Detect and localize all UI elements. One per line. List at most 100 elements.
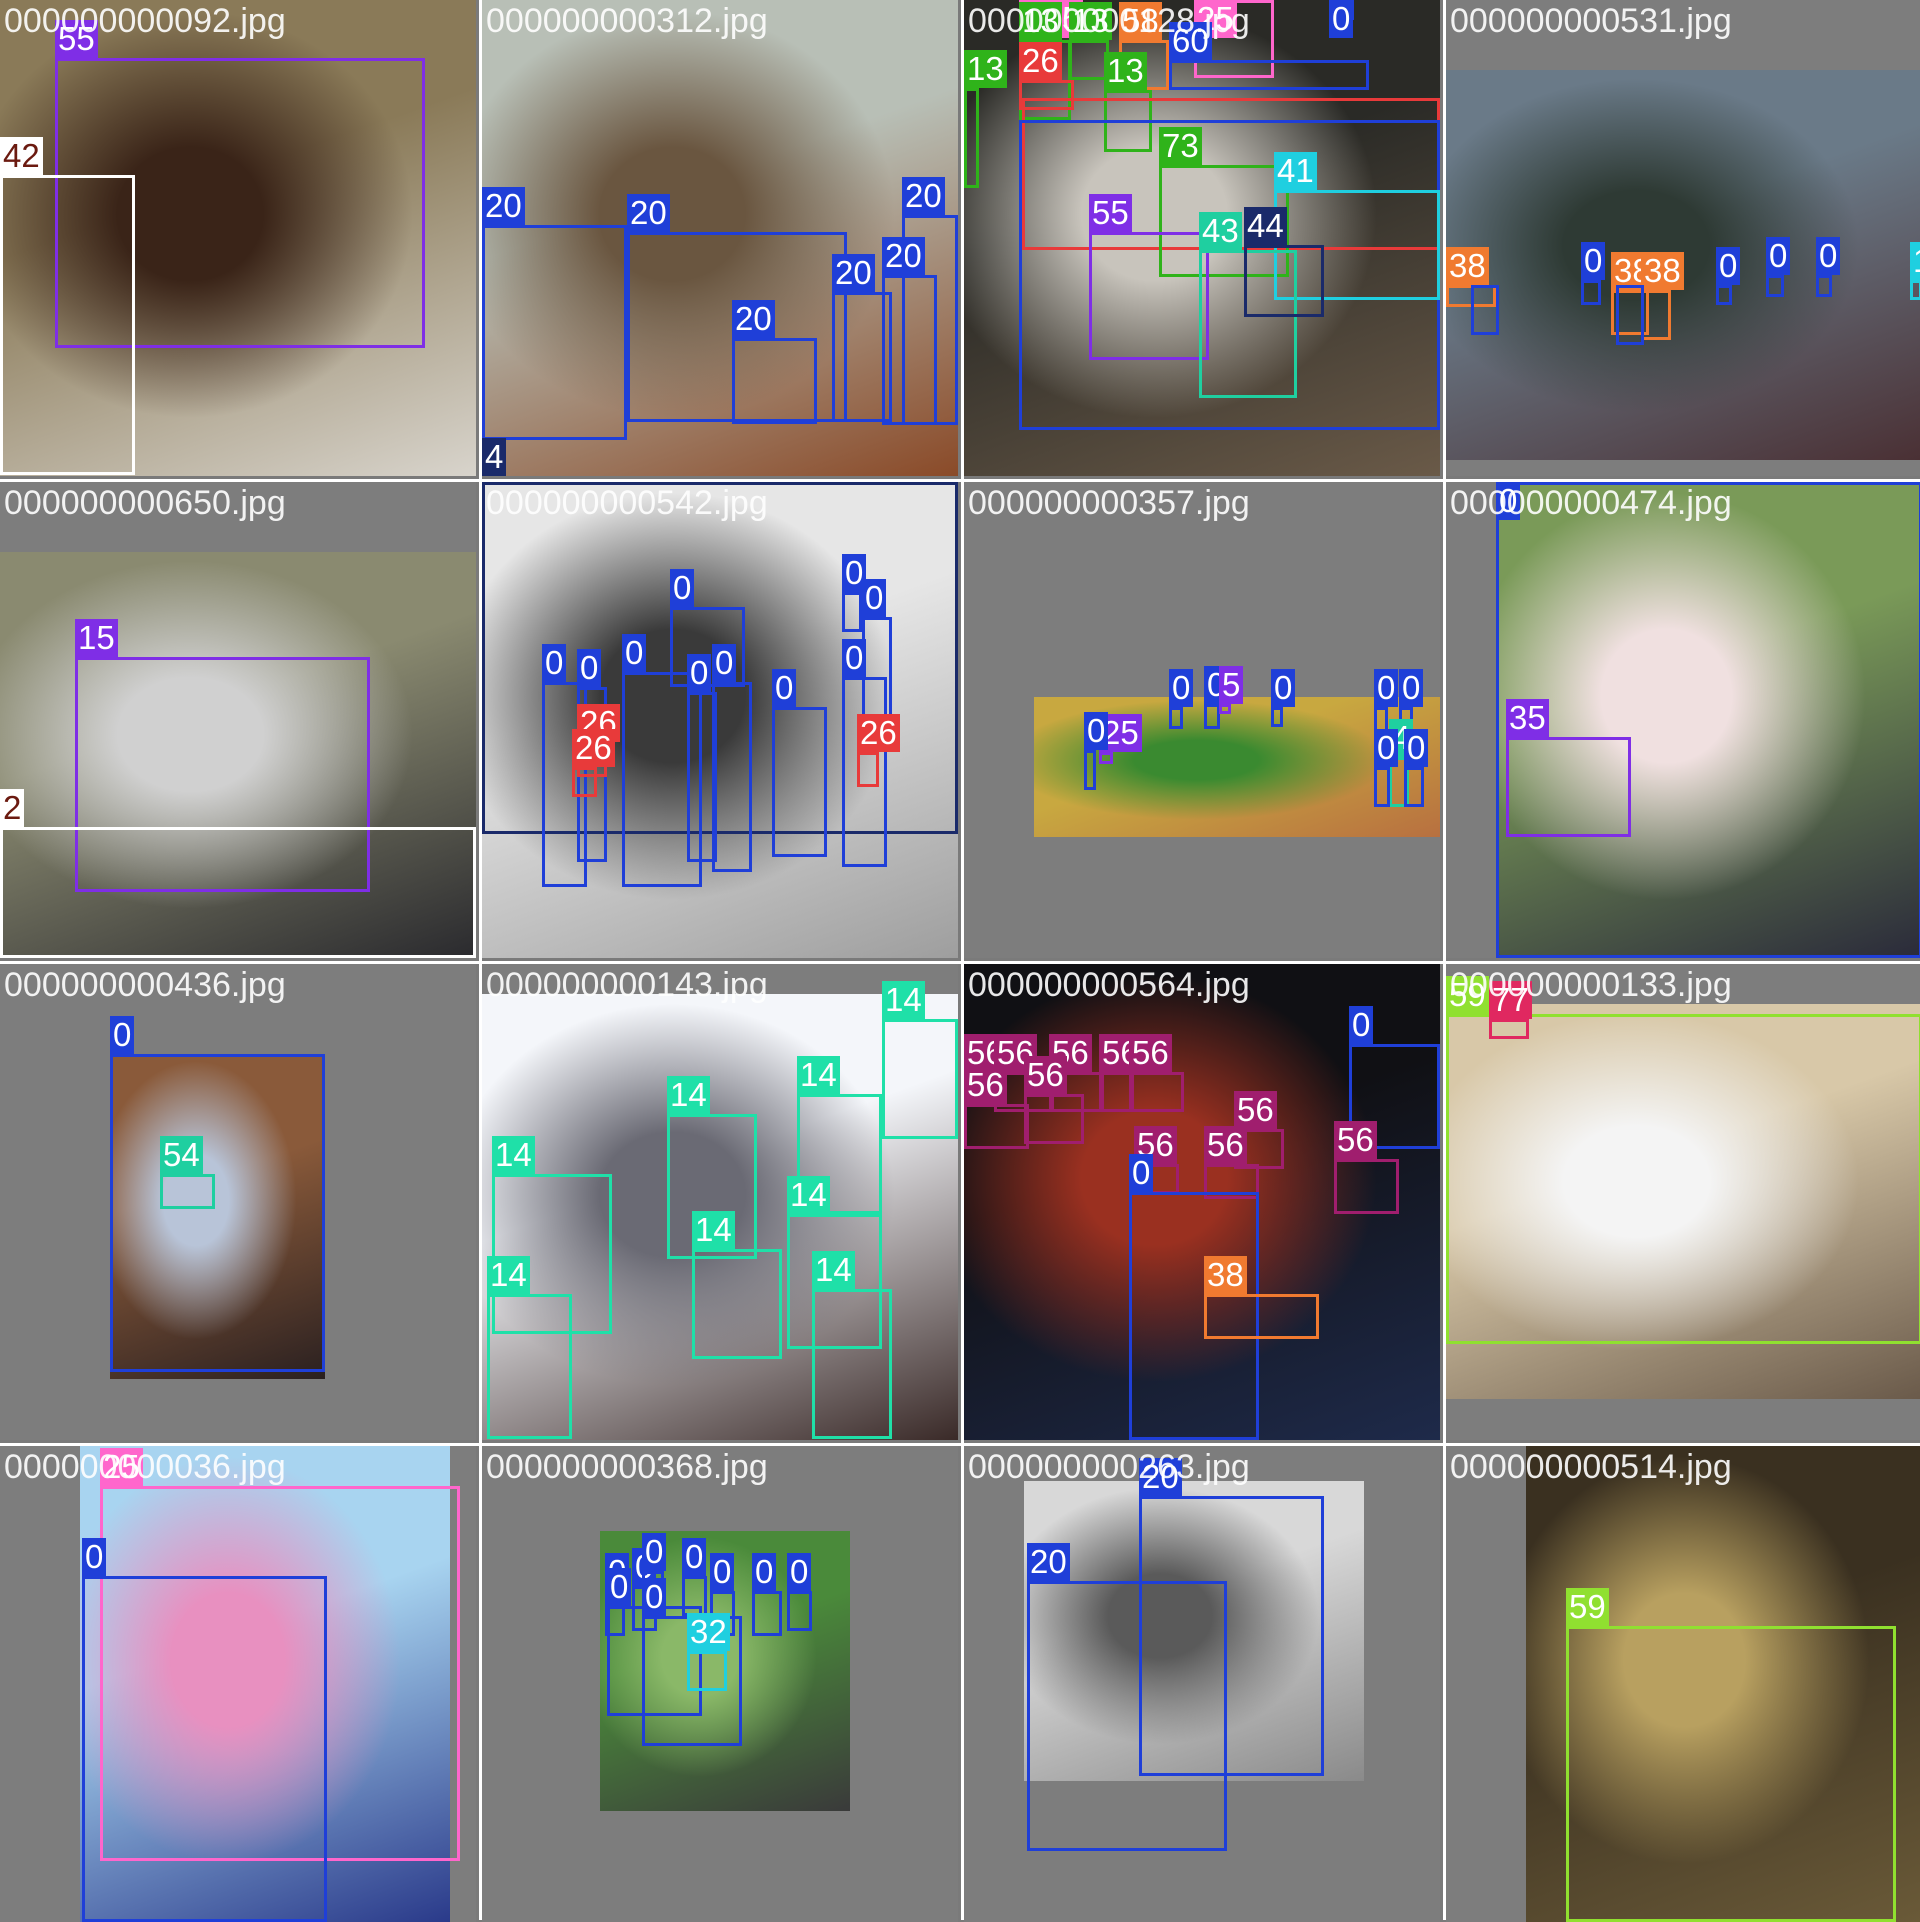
bounding-box: 20 xyxy=(902,177,958,425)
bounding-box: 0 xyxy=(772,669,827,857)
bounding-box: 25 xyxy=(1099,714,1142,764)
image-tile: 000000000650.jpg 15 2 xyxy=(0,482,476,958)
bounding-box: 2 xyxy=(0,789,476,958)
box-class-label: 56 xyxy=(964,1066,1007,1104)
box-class-label: 0 xyxy=(82,1538,107,1576)
tile-separator xyxy=(961,0,964,1920)
bounding-box: 56 xyxy=(1024,1056,1084,1144)
image-tile: 000000000531.jpg38038380001 xyxy=(1446,0,1920,476)
box-class-label: 0 xyxy=(842,639,867,677)
box-class-label: 14 xyxy=(487,1256,530,1294)
box-class-label: 2 xyxy=(0,789,25,827)
image-tile: 000000000564.jpg 0 56 56 56 56 56 56 56 56 56 56 56 0… xyxy=(964,964,1440,1440)
box-class-label: 26 xyxy=(1019,42,1062,80)
tile-separator xyxy=(0,961,1920,964)
tile-separator xyxy=(0,1443,1920,1446)
box-class-label: 14 xyxy=(492,1136,535,1174)
image-filename: 000000000436.jpg xyxy=(4,966,286,1004)
bounding-box: 0 xyxy=(1496,482,1920,958)
image-tile: 000000000312.jpg 20 20 20 20 20 20 4 xyxy=(482,0,958,476)
image-tile: 000000000263.jpg 20 20 xyxy=(964,1446,1440,1922)
box-class-label: 14 xyxy=(812,1251,855,1289)
box-class-label: 38 xyxy=(1204,1256,1247,1294)
bounding-box: 32 xyxy=(687,1613,730,1691)
box-class-label: 0 xyxy=(710,1553,735,1591)
box-class-label: 0 xyxy=(712,644,737,682)
box-class-label: 0 xyxy=(1329,0,1354,38)
box-class-label: 0 xyxy=(670,569,695,607)
bounding-box: 0 xyxy=(82,1538,327,1922)
bounding-box: 0 xyxy=(1404,729,1429,807)
box-class-label: 14 xyxy=(797,1056,840,1094)
box-class-label: 5 xyxy=(1219,666,1244,704)
box-class-label: 56 xyxy=(1234,1091,1277,1129)
image-filename: 000000000564.jpg xyxy=(968,966,1250,1004)
box-class-label: 15 xyxy=(75,619,118,657)
bounding-box: 38 xyxy=(1204,1256,1319,1339)
bounding-box: 14 xyxy=(487,1256,572,1439)
box-class-label: 56 xyxy=(1334,1121,1377,1159)
bounding-box: 20 xyxy=(1027,1543,1227,1851)
box-class-label: 38 xyxy=(1446,247,1489,285)
tile-separator xyxy=(479,0,482,1920)
image-filename: 000000000143.jpg xyxy=(486,966,768,1004)
bounding-box: 42 xyxy=(0,137,135,475)
bounding-box: 60 xyxy=(1169,22,1369,90)
box-class-label: 20 xyxy=(902,177,945,215)
bounding-box: 14 xyxy=(882,981,958,1139)
box-class-label: 0 xyxy=(1349,1006,1374,1044)
box-class-label: 54 xyxy=(160,1136,203,1174)
box-class-label: 0 xyxy=(687,654,712,692)
bounding-box: 35 xyxy=(1506,699,1631,837)
bounding-box: 0 xyxy=(1716,247,1741,305)
bounding-box: 0 xyxy=(842,554,867,632)
bounding-box: 0 xyxy=(787,1553,812,1631)
bounding-box: 0 xyxy=(1169,669,1194,729)
box-class-label: 13 xyxy=(1104,52,1147,90)
box-class-label: 26 xyxy=(857,714,900,752)
box-class-label: 0 xyxy=(607,1568,632,1606)
box-class-label: 0 xyxy=(1374,669,1399,707)
bounding-box: 14 xyxy=(692,1211,782,1359)
image-tile: 000000000092.jpg 55 42 xyxy=(0,0,476,476)
image-filename: 000000000368.jpg xyxy=(486,1448,768,1486)
bounding-box: 0 xyxy=(1581,242,1606,305)
image-tile: 000000000514.jpg 59 xyxy=(1446,1446,1920,1922)
image-filename: 000000000650.jpg xyxy=(4,484,286,522)
box-class-label: 0 xyxy=(682,1538,707,1576)
bounding-box: 14 xyxy=(812,1251,892,1439)
box-class-label: 38 xyxy=(1641,252,1684,290)
box-class-label: 0 xyxy=(1084,712,1109,750)
box-class-label: 0 xyxy=(1399,669,1424,707)
image-filename: 000000000542.jpg xyxy=(486,484,768,522)
bounding-box: 0 xyxy=(1816,237,1841,297)
box-class-label: 14 xyxy=(692,1211,735,1249)
image-filename: 000000000092.jpg xyxy=(4,2,286,40)
image-filename: 000000000474.jpg xyxy=(1450,484,1732,522)
mosaic-grid: 000000000092.jpg 55 42 000000000312.jpg 20 20… xyxy=(0,0,1920,1922)
bounding-box: 56 xyxy=(1334,1121,1399,1214)
tile-separator xyxy=(1443,0,1446,1920)
bounding-box: 0 xyxy=(1766,237,1791,297)
box-class-label: 0 xyxy=(110,1016,135,1054)
bounding-box: 54 xyxy=(160,1136,215,1209)
bounding-box: 20 xyxy=(732,300,817,424)
box-class-label: 20 xyxy=(1027,1543,1070,1581)
box-class-label: 20 xyxy=(832,254,875,292)
image-tile: 000000000436.jpg 0 54 xyxy=(0,964,476,1440)
box-class-label: 0 xyxy=(1816,237,1841,275)
image-tile: 000000000357.jpg 0 0 5 0 25 0 0 0 4 0 0 xyxy=(964,482,1440,958)
bounding-box: 0 xyxy=(1271,669,1296,727)
bounding-box xyxy=(1616,285,1644,345)
box-class-label: 0 xyxy=(1716,247,1741,285)
box-class-label: 73 xyxy=(1159,127,1202,165)
bounding-box: 0 xyxy=(1084,712,1109,790)
box-class-label: 44 xyxy=(1244,207,1287,245)
box-class-label: 0 xyxy=(862,579,887,617)
box-class-label: 41 xyxy=(1274,152,1317,190)
bounding-box: 56 xyxy=(1129,1034,1184,1112)
box-class-label: 42 xyxy=(0,137,43,175)
box-class-label: 0 xyxy=(1271,669,1296,707)
box-class-label: 56 xyxy=(1204,1126,1247,1164)
image-filename: 000000000357.jpg xyxy=(968,484,1250,522)
